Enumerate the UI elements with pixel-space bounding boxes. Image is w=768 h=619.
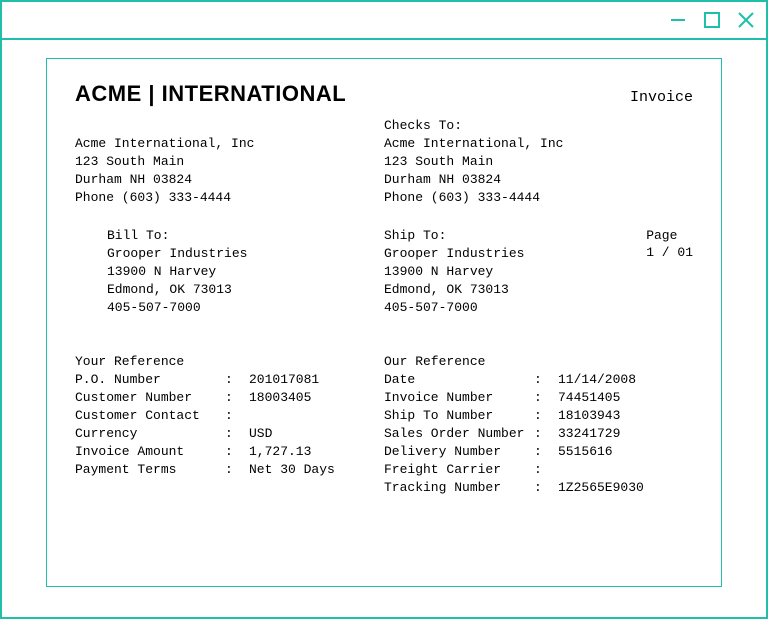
colon: : (225, 443, 249, 461)
your-ref-value: 201017081 (249, 371, 384, 389)
your-ref-row: Payment Terms:Net 30 Days (75, 461, 384, 479)
colon: : (534, 425, 558, 443)
address-row-2: Page 1 / 01 Bill To: Grooper Industries … (75, 227, 693, 337)
bill-to-name: Grooper Industries (107, 245, 384, 263)
bill-to-city: Edmond, OK 73013 (107, 281, 384, 299)
our-ref-label: Delivery Number (384, 443, 534, 461)
our-ref-row: Ship To Number:18103943 (384, 407, 693, 425)
our-ref-row: Invoice Number:74451405 (384, 389, 693, 407)
page-value: 1 / 01 (646, 244, 693, 262)
colon: : (225, 461, 249, 479)
colon: : (534, 461, 558, 479)
our-ref-label: Sales Order Number (384, 425, 534, 443)
our-ref-value: 11/14/2008 (558, 371, 693, 389)
our-reference: Our Reference Date:11/14/2008Invoice Num… (384, 354, 693, 497)
your-ref-label: Payment Terms (75, 461, 225, 479)
checks-to-city: Durham NH 03824 (384, 171, 693, 189)
your-ref-value: 18003405 (249, 389, 384, 407)
colon: : (225, 371, 249, 389)
our-ref-value: 33241729 (558, 425, 693, 443)
bill-to-address: Bill To: Grooper Industries 13900 N Harv… (75, 227, 384, 317)
our-ref-label: Ship To Number (384, 407, 534, 425)
our-ref-label: Invoice Number (384, 389, 534, 407)
checks-to-address: Checks To: Acme International, Inc 123 S… (384, 117, 693, 207)
ship-to-phone: 405-507-7000 (384, 299, 693, 317)
maximize-button[interactable] (702, 10, 722, 30)
colon: : (534, 389, 558, 407)
company-address: Acme International, Inc 123 South Main D… (75, 135, 384, 207)
minimize-button[interactable] (668, 10, 688, 30)
our-ref-label: Tracking Number (384, 479, 534, 497)
page-indicator: Page 1 / 01 (646, 227, 693, 262)
bill-to-street: 13900 N Harvey (107, 263, 384, 281)
app-window: ACME | INTERNATIONAL Invoice Acme Intern… (0, 0, 768, 619)
page-label: Page (646, 227, 693, 245)
your-ref-label: P.O. Number (75, 371, 225, 389)
your-ref-label: Customer Contact (75, 407, 225, 425)
our-ref-row: Delivery Number:5515616 (384, 443, 693, 461)
our-ref-value: 5515616 (558, 443, 693, 461)
our-reference-title: Our Reference (384, 354, 693, 369)
company-city: Durham NH 03824 (75, 171, 384, 189)
your-ref-row: P.O. Number:201017081 (75, 371, 384, 389)
close-button[interactable] (736, 10, 756, 30)
our-ref-row: Sales Order Number:33241729 (384, 425, 693, 443)
your-ref-value: Net 30 Days (249, 461, 384, 479)
company-name: Acme International, Inc (75, 135, 384, 153)
document-header: ACME | INTERNATIONAL Invoice (75, 81, 693, 107)
our-ref-value: 18103943 (558, 407, 693, 425)
colon: : (225, 407, 249, 425)
colon: : (534, 407, 558, 425)
bill-to-label: Bill To: (107, 227, 384, 245)
our-ref-value: 1Z2565E9030 (558, 479, 693, 497)
address-row-1: Acme International, Inc 123 South Main D… (75, 135, 693, 227)
close-icon (736, 10, 756, 30)
minimize-icon (669, 11, 687, 29)
checks-to-street: 123 South Main (384, 153, 693, 171)
company-street: 123 South Main (75, 153, 384, 171)
titlebar (2, 2, 766, 40)
reference-section: Your Reference P.O. Number:201017081Cust… (75, 354, 693, 497)
your-ref-value (249, 407, 384, 425)
our-ref-row: Date:11/14/2008 (384, 371, 693, 389)
colon: : (225, 425, 249, 443)
company-logo: ACME | INTERNATIONAL (75, 81, 346, 107)
colon: : (534, 443, 558, 461)
your-ref-label: Currency (75, 425, 225, 443)
your-ref-row: Invoice Amount:1,727.13 (75, 443, 384, 461)
checks-to-label: Checks To: (384, 117, 693, 135)
document-type: Invoice (630, 89, 693, 106)
your-reference: Your Reference P.O. Number:201017081Cust… (75, 354, 384, 497)
company-phone: Phone (603) 333-4444 (75, 189, 384, 207)
your-reference-title: Your Reference (75, 354, 384, 369)
our-ref-label: Date (384, 371, 534, 389)
checks-to-phone: Phone (603) 333-4444 (384, 189, 693, 207)
your-ref-label: Invoice Amount (75, 443, 225, 461)
your-ref-row: Currency:USD (75, 425, 384, 443)
your-ref-row: Customer Number:18003405 (75, 389, 384, 407)
ship-to-city: Edmond, OK 73013 (384, 281, 693, 299)
colon: : (225, 389, 249, 407)
your-ref-value: 1,727.13 (249, 443, 384, 461)
our-ref-row: Tracking Number:1Z2565E9030 (384, 479, 693, 497)
our-ref-value (558, 461, 693, 479)
your-ref-row: Customer Contact: (75, 407, 384, 425)
colon: : (534, 479, 558, 497)
checks-to-name: Acme International, Inc (384, 135, 693, 153)
our-ref-label: Freight Carrier (384, 461, 534, 479)
colon: : (534, 371, 558, 389)
maximize-icon (703, 11, 721, 29)
our-ref-row: Freight Carrier: (384, 461, 693, 479)
bill-to-phone: 405-507-7000 (107, 299, 384, 317)
our-ref-value: 74451405 (558, 389, 693, 407)
your-ref-value: USD (249, 425, 384, 443)
invoice-document: ACME | INTERNATIONAL Invoice Acme Intern… (46, 58, 722, 587)
your-ref-label: Customer Number (75, 389, 225, 407)
ship-to-street: 13900 N Harvey (384, 263, 693, 281)
